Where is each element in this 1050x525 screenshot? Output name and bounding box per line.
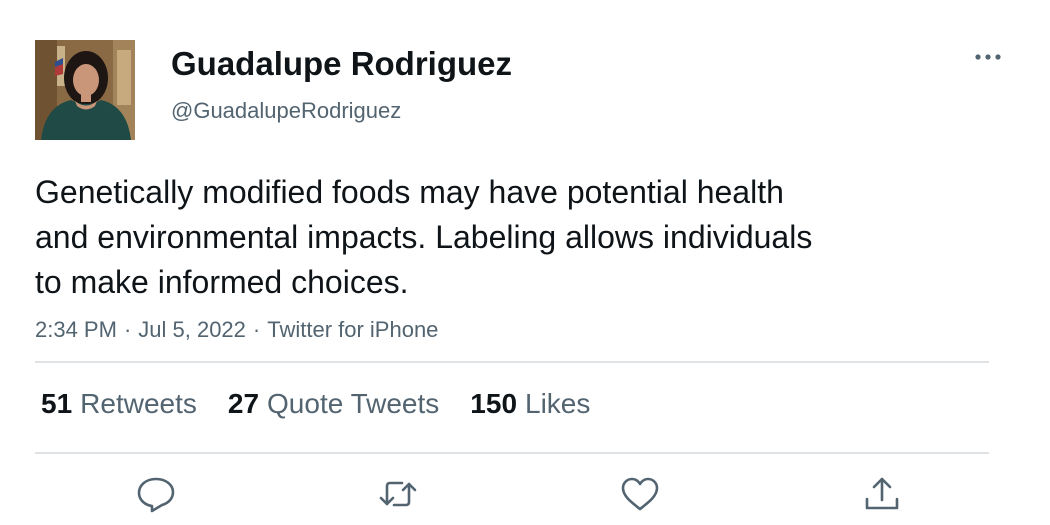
profile-photo (35, 40, 135, 140)
like-button[interactable] (618, 474, 662, 514)
tweet-date[interactable]: Jul 5, 2022 (138, 317, 246, 342)
heart-icon (621, 477, 659, 511)
tweet-text-line: to make informed choices. (35, 264, 409, 300)
meta-separator: · (123, 317, 132, 342)
reply-button[interactable] (134, 474, 178, 514)
author-handle[interactable]: @GuadalupeRodriguez (171, 98, 401, 124)
reply-icon (137, 477, 175, 513)
tweet-text-line: and environmental impacts. Labeling allo… (35, 219, 813, 255)
divider-bottom (35, 452, 989, 454)
tweet-text: Genetically modified foods may have pote… (35, 170, 975, 305)
author-display-name[interactable]: Guadalupe Rodriguez (171, 44, 512, 84)
share-icon (865, 477, 899, 510)
quote-tweets-label: Quote Tweets (267, 388, 440, 419)
avatar[interactable] (35, 40, 135, 140)
retweet-icon (379, 481, 417, 507)
divider-top (35, 361, 989, 363)
tweet-time[interactable]: 2:34 PM (35, 317, 117, 342)
quote-tweets-count: 27 (227, 388, 260, 419)
more-dots-icon (975, 54, 1001, 60)
retweet-button[interactable] (376, 474, 420, 514)
likes-label: Likes (525, 388, 591, 419)
retweets-label: Retweets (80, 388, 197, 419)
likes-count: 150 (470, 388, 518, 419)
engagement-stats: 51 Retweets 27 Quote Tweets 150 Likes (41, 386, 621, 422)
quote-tweets-stat[interactable]: 27 Quote Tweets (228, 386, 439, 422)
meta-separator: · (252, 317, 261, 342)
share-button[interactable] (860, 474, 904, 514)
tweet-text-line: Genetically modified foods may have pote… (35, 174, 784, 210)
tweet-meta: 2:34 PM · Jul 5, 2022 · Twitter for iPhone (35, 316, 438, 344)
retweets-stat[interactable]: 51 Retweets (41, 386, 197, 422)
retweets-count: 51 (41, 388, 73, 419)
likes-stat[interactable]: 150 Likes (470, 386, 590, 422)
tweet-source[interactable]: Twitter for iPhone (267, 317, 438, 342)
more-options-button[interactable] (972, 46, 1004, 68)
